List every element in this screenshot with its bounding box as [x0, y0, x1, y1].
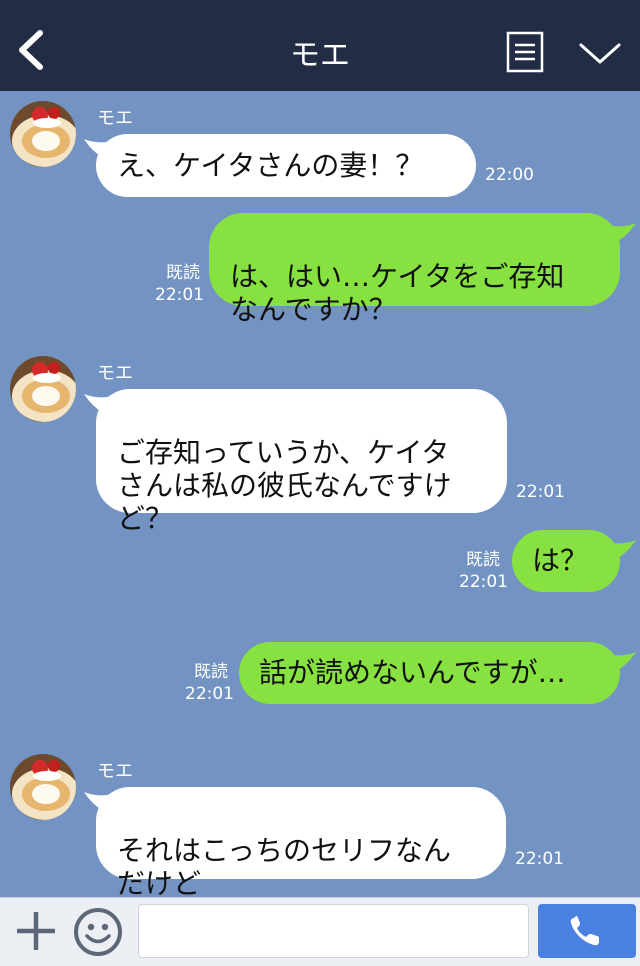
message-input[interactable]	[138, 904, 529, 958]
emoji-icon[interactable]	[72, 906, 124, 958]
message-bubble[interactable]: え、ケイタさんの妻！？	[96, 134, 476, 197]
read-receipt: 既読	[166, 263, 200, 283]
notes-menu-icon[interactable]	[506, 31, 544, 73]
message-text: は？	[532, 544, 589, 577]
phone-icon	[570, 916, 599, 946]
message-text: は、はい…ケイタをご存知 なんですか？	[230, 260, 565, 326]
chat-header: モエ	[0, 0, 640, 91]
roll-cake-avatar-icon	[10, 101, 76, 167]
roll-cake-avatar-icon	[10, 356, 76, 422]
message-bubble[interactable]: ご存知っていうか、ケイタ さんは私の彼氏なんですけ ど？	[96, 389, 507, 535]
chat-title: モエ	[290, 38, 350, 73]
read-receipt: 既読	[466, 550, 500, 570]
avatar[interactable]	[10, 101, 76, 167]
message-text: え、ケイタさんの妻！？	[117, 149, 424, 182]
message-time: 22:01	[516, 482, 565, 502]
message-bubble[interactable]: 話が読めないんですが…	[239, 642, 620, 704]
sender-name: モエ	[97, 761, 133, 782]
message-time: 22:01	[515, 849, 564, 869]
message-time: 22:01	[185, 684, 234, 704]
avatar[interactable]	[10, 754, 76, 820]
message-list[interactable]: モエ え、ケイタさんの妻！？ 22:00 は、はい…ケイタをご存知 なんですか？…	[0, 91, 640, 900]
message-bubble[interactable]: は、はい…ケイタをご存知 なんですか？	[209, 213, 620, 326]
message-time: 22:01	[459, 572, 508, 592]
chevron-down-icon[interactable]	[578, 40, 622, 68]
roll-cake-avatar-icon	[10, 754, 76, 820]
message-composer	[0, 897, 640, 966]
message-time: 22:00	[485, 165, 534, 185]
plus-icon[interactable]	[14, 909, 58, 953]
message-text: それはこっちのセリフなん だけど	[117, 834, 452, 900]
message-bubble[interactable]: は？	[512, 530, 620, 592]
message-time: 22:01	[155, 285, 204, 305]
sender-name: モエ	[97, 363, 133, 384]
message-text: ご存知っていうか、ケイタ さんは私の彼氏なんですけ ど？	[117, 436, 452, 535]
avatar[interactable]	[10, 356, 76, 422]
message-text: 話が読めないんですが…	[259, 656, 566, 689]
read-receipt: 既読	[194, 662, 228, 682]
sender-name: モエ	[97, 108, 133, 129]
message-bubble[interactable]: それはこっちのセリフなん だけど	[96, 787, 506, 900]
call-button[interactable]	[538, 904, 636, 958]
